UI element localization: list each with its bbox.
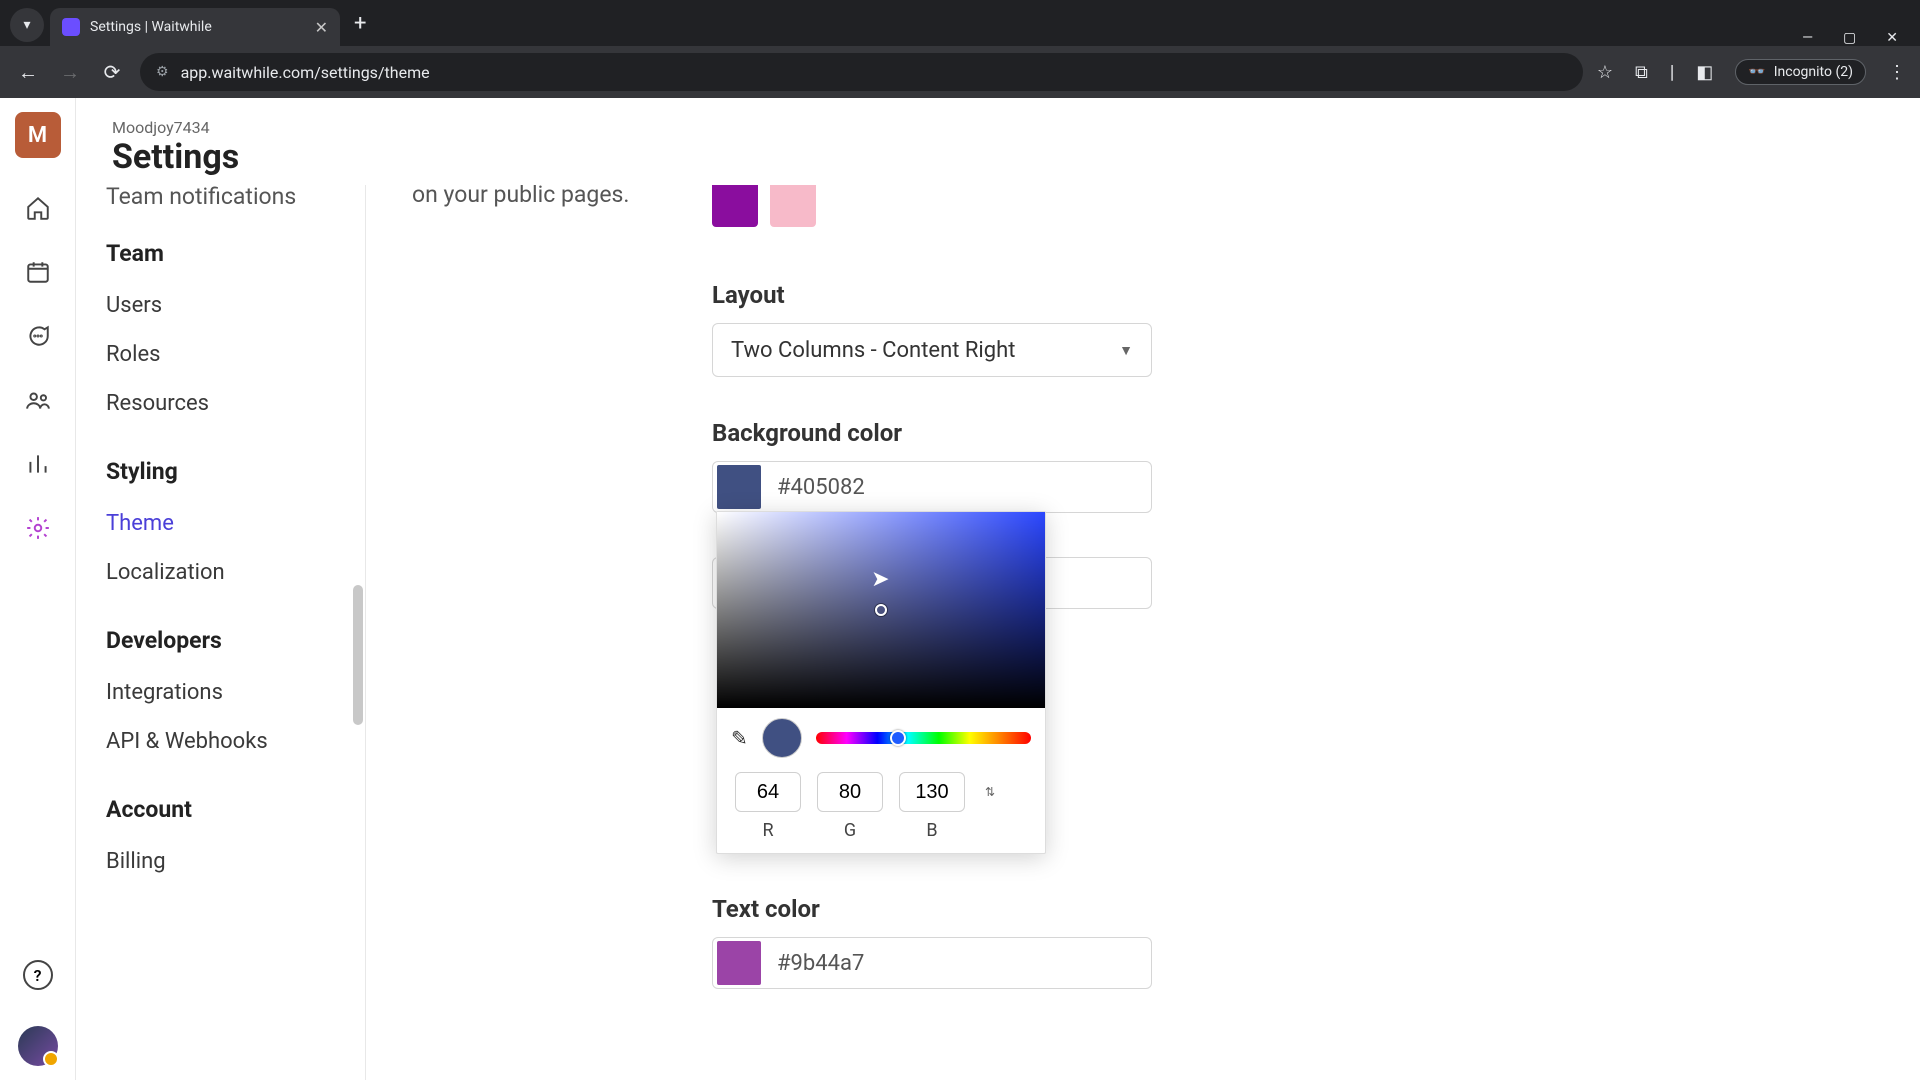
help-icon[interactable]: ? — [23, 960, 53, 990]
section-description: on your public pages. — [412, 185, 702, 208]
address-bar: ← → ⟳ ⚙ app.waitwhile.com/settings/theme… — [0, 46, 1920, 98]
eyedropper-icon[interactable]: ✎ — [731, 726, 748, 750]
user-avatar[interactable] — [18, 1026, 58, 1066]
r-label: R — [735, 820, 801, 841]
sidebar-item-integrations[interactable]: Integrations — [106, 668, 351, 717]
text-color-label: Text color — [712, 895, 1152, 923]
site-info-icon[interactable]: ⚙ — [156, 64, 169, 80]
breadcrumb[interactable]: Moodjoy7434 — [112, 118, 1884, 137]
b-label: B — [899, 820, 965, 841]
url-input[interactable]: ⚙ app.waitwhile.com/settings/theme — [140, 53, 1583, 91]
divider: | — [1670, 62, 1674, 83]
sidepanel-icon[interactable]: ◧ — [1696, 62, 1713, 83]
incognito-indicator[interactable]: 👓 Incognito (2) — [1735, 59, 1866, 85]
close-window-icon[interactable]: ✕ — [1886, 30, 1898, 46]
text-color-input[interactable]: #9b44a7 — [712, 937, 1152, 989]
sidebar-item-theme[interactable]: Theme — [106, 499, 351, 548]
layout-label: Layout — [712, 281, 1152, 309]
new-tab-button[interactable]: + — [354, 11, 366, 36]
sv-cursor[interactable] — [875, 604, 887, 616]
sidebar-item-users[interactable]: Users — [106, 281, 351, 330]
hue-slider[interactable] — [816, 732, 1031, 744]
current-color-swatch — [762, 718, 802, 758]
background-color-value: #405082 — [777, 475, 865, 500]
r-input[interactable] — [735, 772, 801, 812]
sidebar-item-api-webhooks[interactable]: API & Webhooks — [106, 717, 351, 766]
content-wrapper: Moodjoy7434 Settings Team notifications … — [76, 98, 1920, 1080]
background-color-input[interactable]: #405082 — [712, 461, 1152, 513]
brand-color-swatches — [712, 185, 816, 227]
g-label: G — [817, 820, 883, 841]
sidebar-item-team-notifications[interactable]: Team notifications — [106, 185, 351, 210]
b-input[interactable] — [899, 772, 965, 812]
theme-form: on your public pages. Layout Two Columns… — [366, 185, 1920, 1080]
brand-color-swatch-2[interactable] — [770, 185, 816, 227]
scrollbar-thumb[interactable] — [353, 585, 363, 725]
background-color-chip[interactable] — [717, 465, 761, 509]
text-color-value: #9b44a7 — [777, 951, 864, 976]
back-button[interactable]: ← — [14, 58, 42, 86]
sidebar-item-resources[interactable]: Resources — [106, 379, 351, 428]
hue-slider-handle[interactable] — [890, 730, 906, 746]
chevron-down-icon: ▼ — [1119, 342, 1133, 359]
tab-search-button[interactable]: ▾ — [10, 8, 44, 42]
text-color-field: Text color #9b44a7 — [712, 895, 1152, 989]
sidebar-group-account: Account — [106, 796, 351, 823]
layout-select[interactable]: Two Columns - Content Right ▼ — [712, 323, 1152, 377]
favicon-icon — [62, 18, 80, 36]
settings-icon[interactable] — [24, 514, 52, 542]
app-root: M ? Moodjoy7434 Settings Team notificati… — [0, 98, 1920, 1080]
calendar-icon[interactable] — [24, 258, 52, 286]
chat-icon[interactable] — [24, 322, 52, 350]
brand-color-swatch-1[interactable] — [712, 185, 758, 227]
text-color-chip[interactable] — [717, 941, 761, 985]
page-title: Settings — [112, 137, 1884, 177]
tab-close-icon[interactable]: ✕ — [315, 18, 328, 37]
sidebar-item-localization[interactable]: Localization — [106, 548, 351, 597]
incognito-icon: 👓 — [1748, 64, 1765, 80]
layout-field: Layout Two Columns - Content Right ▼ — [712, 281, 1152, 377]
saturation-value-area[interactable]: ➤ — [717, 512, 1045, 708]
layout-select-value: Two Columns - Content Right — [731, 338, 1015, 363]
tab-title: Settings | Waitwhile — [90, 19, 305, 35]
color-picker-popover: ➤ ✎ ⇅ — [716, 511, 1046, 854]
browser-tab[interactable]: Settings | Waitwhile ✕ — [50, 8, 340, 46]
bookmark-icon[interactable]: ☆ — [1597, 62, 1613, 83]
mouse-pointer-icon: ➤ — [871, 567, 885, 587]
g-input[interactable] — [817, 772, 883, 812]
minimize-icon[interactable]: — — [1802, 30, 1813, 46]
background-color-field: Background color #405082 — [712, 419, 1152, 513]
sidebar-item-billing[interactable]: Billing — [106, 837, 351, 886]
people-icon[interactable] — [24, 386, 52, 414]
sidebar-group-team: Team — [106, 240, 351, 267]
workspace-avatar[interactable]: M — [15, 112, 61, 158]
reload-button[interactable]: ⟳ — [98, 58, 126, 86]
extensions-icon[interactable]: ⧉ — [1635, 62, 1648, 83]
sidebar-group-styling: Styling — [106, 458, 351, 485]
tab-strip: ▾ Settings | Waitwhile ✕ + — ▢ ✕ — [0, 0, 1920, 46]
window-controls: — ▢ ✕ — [1802, 20, 1920, 46]
url-text: app.waitwhile.com/settings/theme — [181, 63, 430, 82]
incognito-label: Incognito (2) — [1774, 64, 1853, 80]
nav-rail: M ? — [0, 98, 76, 1080]
color-mode-toggle[interactable]: ⇅ — [985, 785, 995, 799]
forward-button[interactable]: → — [56, 58, 84, 86]
maximize-icon[interactable]: ▢ — [1843, 30, 1856, 46]
settings-sidebar[interactable]: Team notifications Team Users Roles Reso… — [76, 185, 366, 1080]
background-color-label: Background color — [712, 419, 1152, 447]
home-icon[interactable] — [24, 194, 52, 222]
analytics-icon[interactable] — [24, 450, 52, 478]
sidebar-group-developers: Developers — [106, 627, 351, 654]
sidebar-item-roles[interactable]: Roles — [106, 330, 351, 379]
browser-chrome: ▾ Settings | Waitwhile ✕ + — ▢ ✕ ← → ⟳ ⚙… — [0, 0, 1920, 98]
kebab-menu-icon[interactable]: ⋮ — [1888, 62, 1906, 83]
page-header: Moodjoy7434 Settings — [76, 98, 1920, 185]
